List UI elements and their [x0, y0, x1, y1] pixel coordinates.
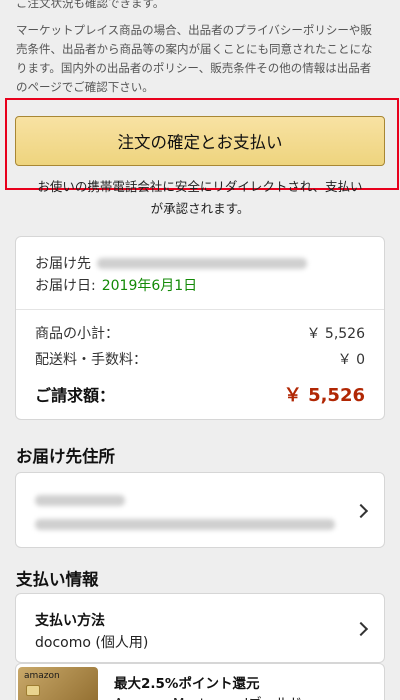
notice-line: のページでご確認下さい。: [16, 80, 154, 94]
notice-line: 売条件、出品者から商品等の案内が届くことにも同意されたことにな: [16, 42, 373, 56]
payment-section-title: 支払い情報: [16, 570, 99, 589]
amazon-logo: amazon: [24, 671, 60, 681]
card-chip-icon: [26, 685, 40, 696]
promo-subtitle: Amazon Mastercardゴールド: [114, 692, 302, 700]
delivery-date-row: お届け日: 2019年6月1日: [35, 275, 197, 295]
subtotal-value: ￥ 5,526: [306, 326, 365, 342]
divider: [16, 309, 384, 310]
total-value: ￥ 5,526: [283, 385, 365, 406]
chevron-right-icon: [353, 621, 369, 637]
notice-line: ご注文状況も確認できます。: [16, 0, 165, 10]
shipping-row: 配送料・手数料： ￥ 0: [35, 349, 365, 369]
payment-method-label: 支払い方法: [35, 613, 105, 629]
card-promo-banner[interactable]: amazon 最大2.5%ポイント還元 Amazon Mastercardゴール…: [15, 663, 385, 700]
ship-to-label: お届け先: [35, 256, 91, 272]
shipping-label: 配送料・手数料：: [35, 352, 147, 368]
marketplace-notice: ご注文状況も確認できます。 マーケットプレイス商品の場合、出品者のプライバシーポ…: [16, 0, 388, 97]
subtotal-label: 商品の小計：: [35, 326, 119, 342]
payment-method-value: docomo (個人用): [35, 635, 149, 651]
delivery-date-value: 2019年6月1日: [101, 278, 198, 294]
redacted-street: [35, 515, 335, 534]
total-row: ご請求額： ￥ 5,526: [35, 381, 365, 407]
shipping-value: ￥ 0: [337, 352, 365, 368]
notice-line: マーケットプレイス商品の場合、出品者のプライバシーポリシーや販: [16, 23, 372, 37]
ship-to-row: お届け先: [35, 253, 307, 273]
redirect-note-line: お使いの携帯電話会社に安全にリダイレクトされ、支払い: [37, 179, 363, 194]
order-summary-card: お届け先 お届け日: 2019年6月1日 商品の小計： ￥ 5,526 配送料・…: [15, 236, 385, 420]
subtotal-row: 商品の小計： ￥ 5,526: [35, 323, 365, 343]
redacted-address: [97, 257, 307, 269]
notice-line: ります。国内外の出品者のポリシー、販売条件その他の情報は出品者: [16, 61, 372, 75]
credit-card-image: amazon: [18, 667, 98, 700]
place-order-button[interactable]: 注文の確定とお支払い: [15, 116, 385, 166]
redirect-note: お使いの携帯電話会社に安全にリダイレクトされ、支払い が承認されます。: [16, 176, 384, 220]
total-label: ご請求額：: [35, 386, 116, 405]
place-order-label: 注文の確定とお支払い: [117, 133, 283, 152]
chevron-right-icon: [353, 503, 369, 519]
promo-title: 最大2.5%ポイント還元: [114, 676, 260, 692]
address-card[interactable]: [15, 472, 385, 548]
payment-method-card[interactable]: 支払い方法 docomo (個人用): [15, 593, 385, 663]
redacted-name: [35, 491, 125, 510]
redirect-note-line: が承認されます。: [150, 201, 250, 216]
address-section-title: お届け先住所: [16, 447, 115, 466]
delivery-date-label: お届け日:: [35, 278, 96, 294]
